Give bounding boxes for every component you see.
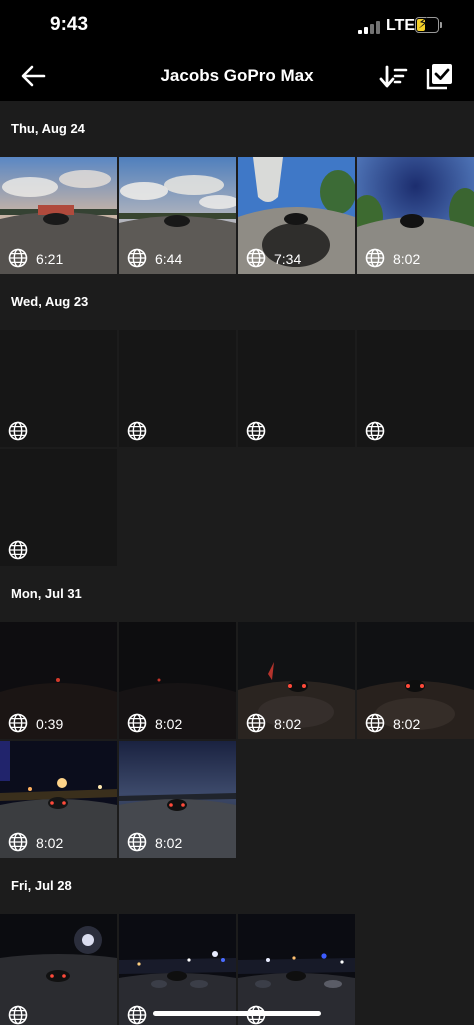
- video-duration: 8:02: [155, 716, 183, 732]
- select-check-icon: [426, 64, 452, 90]
- media-thumbnail[interactable]: [119, 914, 236, 1025]
- section-date: Mon, Jul 31: [11, 586, 82, 601]
- home-indicator[interactable]: [153, 1011, 321, 1016]
- globe-icon: [246, 713, 266, 733]
- sort-button[interactable]: [378, 62, 408, 92]
- section-date: Thu, Aug 24: [11, 121, 85, 136]
- globe-icon: [8, 832, 28, 852]
- globe-icon: [127, 832, 147, 852]
- video-duration: 8:02: [393, 716, 421, 732]
- status-time: 9:43: [50, 14, 89, 35]
- network-label: LTE: [386, 17, 416, 34]
- media-thumbnail[interactable]: 6:44: [119, 157, 236, 274]
- globe-icon: [8, 1005, 28, 1025]
- media-thumbnail[interactable]: 8:02: [238, 622, 355, 739]
- media-thumbnail[interactable]: 7:34: [238, 157, 355, 274]
- media-thumbnail[interactable]: [119, 330, 236, 447]
- thumbnail-grid: 0:39 8:02 8:02 8:02 8:02 8:02: [0, 622, 474, 858]
- sort-down-icon: [379, 65, 408, 88]
- date-section: Thu, Aug 24 6:21 6:44 7:34 8:02: [0, 101, 474, 274]
- media-thumbnail[interactable]: [238, 330, 355, 447]
- media-thumbnail[interactable]: 6:21: [0, 157, 117, 274]
- section-date: Wed, Aug 23: [11, 294, 89, 309]
- globe-icon: [8, 540, 28, 560]
- video-duration: 7:34: [274, 251, 302, 267]
- media-thumbnail[interactable]: [238, 914, 355, 1025]
- globe-icon: [127, 1005, 147, 1025]
- section-date: Fri, Jul 28: [11, 878, 72, 893]
- globe-icon: [8, 248, 28, 268]
- date-section: Mon, Jul 31 0:39 8:02 8:02 8:02 8:02 8:0…: [0, 566, 474, 858]
- media-thumbnail[interactable]: [0, 330, 117, 447]
- globe-icon: [127, 713, 147, 733]
- thumbnail-grid: [0, 330, 474, 566]
- thumbnail-grid: 6:21 6:44 7:34 8:02: [0, 157, 474, 274]
- nav-bar: Jacobs GoPro Max: [0, 52, 474, 100]
- media-thumbnail[interactable]: 8:02: [357, 622, 474, 739]
- status-bar: 9:43 LTE ⚡: [0, 0, 474, 52]
- battery-tip: [440, 22, 442, 28]
- media-thumbnail[interactable]: 8:02: [119, 741, 236, 858]
- video-duration: 8:02: [393, 251, 421, 267]
- battery-icon: ⚡: [415, 15, 439, 33]
- media-thumbnail[interactable]: 8:02: [119, 622, 236, 739]
- video-duration: 6:44: [155, 251, 183, 267]
- video-duration: 8:02: [155, 835, 183, 851]
- media-thumbnail[interactable]: [0, 914, 117, 1025]
- globe-icon: [127, 421, 147, 441]
- media-thumbnail[interactable]: [357, 330, 474, 447]
- video-duration: 6:21: [36, 251, 64, 267]
- video-duration: 8:02: [36, 835, 64, 851]
- video-duration: 0:39: [36, 716, 64, 732]
- media-thumbnail[interactable]: 8:02: [0, 741, 117, 858]
- video-duration: 8:02: [274, 716, 302, 732]
- thumbnail-grid: [0, 914, 474, 1025]
- globe-icon: [8, 713, 28, 733]
- globe-icon: [246, 248, 266, 268]
- media-thumbnail[interactable]: 0:39: [0, 622, 117, 739]
- globe-icon: [8, 421, 28, 441]
- media-list[interactable]: Thu, Aug 24 6:21 6:44 7:34 8:02 Wed, Aug…: [0, 101, 474, 1025]
- globe-icon: [365, 248, 385, 268]
- date-section: Wed, Aug 23: [0, 274, 474, 566]
- media-thumbnail[interactable]: [0, 449, 117, 566]
- select-button[interactable]: [426, 62, 454, 90]
- media-thumbnail[interactable]: 8:02: [357, 157, 474, 274]
- globe-icon: [365, 421, 385, 441]
- signal-icon: [358, 20, 380, 34]
- globe-icon: [127, 248, 147, 268]
- date-section: Fri, Jul 28: [0, 858, 474, 1025]
- globe-icon: [365, 713, 385, 733]
- globe-icon: [246, 421, 266, 441]
